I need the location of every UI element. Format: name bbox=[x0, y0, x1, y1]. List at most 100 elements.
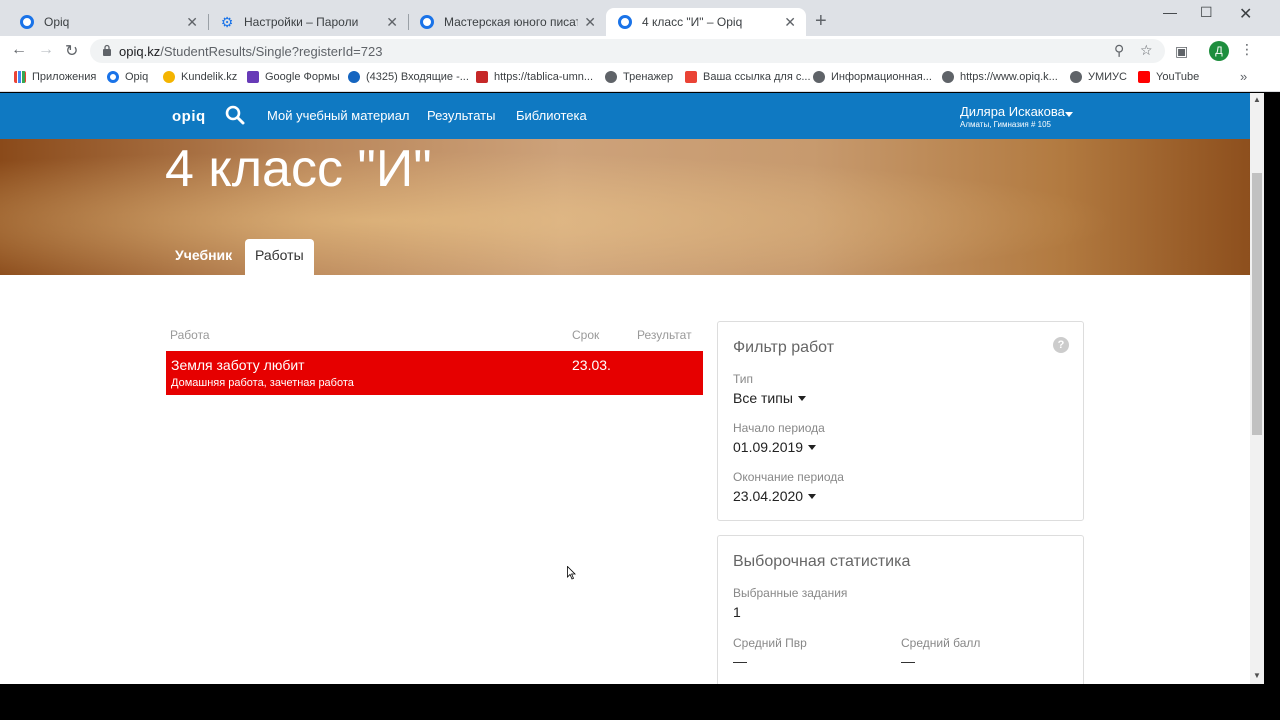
work-title: Земля заботу любит bbox=[171, 357, 305, 373]
bookmark-tablica[interactable]: https://tablica-umn... bbox=[476, 71, 593, 83]
browser-tab-settings[interactable]: ⚙ Настройки – Пароли ✕ bbox=[208, 8, 408, 36]
filter-type-value: Все типы bbox=[733, 390, 793, 406]
nav-my-material[interactable]: Мой учебный материал bbox=[267, 108, 410, 123]
browser-tab-workshop[interactable]: Мастерская юного писателя – О ✕ bbox=[408, 8, 606, 36]
bookmark-label: (4325) Входящие -... bbox=[366, 71, 469, 83]
stats-avg-score-label: Средний балл bbox=[901, 636, 981, 650]
profile-avatar[interactable]: Д bbox=[1209, 41, 1229, 61]
bookmark-youtube[interactable]: YouTube bbox=[1138, 71, 1199, 83]
opiq-icon bbox=[20, 15, 34, 29]
filter-end-value: 23.04.2020 bbox=[733, 488, 804, 504]
filter-start-label: Начало периода bbox=[733, 421, 825, 435]
close-icon[interactable]: ✕ bbox=[186, 14, 198, 31]
close-icon[interactable]: ✕ bbox=[584, 14, 596, 31]
url-text[interactable]: opiq.kz/StudentResults/Single?registerId… bbox=[119, 44, 382, 59]
bookmarks-overflow-icon[interactable]: » bbox=[1240, 69, 1247, 84]
page-title: 4 класс "И" bbox=[165, 140, 432, 198]
site-header: opiq Мой учебный материал Результаты Биб… bbox=[0, 93, 1250, 139]
work-subtitle: Домашняя работа, зачетная работа bbox=[171, 377, 354, 389]
browser-tab-opiq[interactable]: Opiq ✕ bbox=[8, 8, 208, 36]
menu-kebab-icon[interactable]: ⋮ bbox=[1240, 41, 1254, 58]
globe-icon bbox=[605, 71, 617, 83]
star-icon[interactable]: ☆ bbox=[1140, 42, 1153, 59]
caret-down-icon bbox=[797, 395, 806, 401]
page-scrollbar[interactable]: ▲ ▼ bbox=[1250, 93, 1264, 684]
filter-start-value: 01.09.2019 bbox=[733, 439, 804, 455]
bookmark-gmail[interactable]: Ваша ссылка для с... bbox=[685, 71, 811, 83]
minimize-icon[interactable]: — bbox=[1163, 4, 1177, 20]
zoom-icon[interactable]: ⚲ bbox=[1114, 42, 1124, 59]
close-icon[interactable]: ✕ bbox=[386, 14, 398, 31]
class-hero-banner: 4 класс "И" Учебник Работы bbox=[0, 139, 1250, 275]
column-header-result[interactable]: Результат bbox=[637, 328, 692, 342]
bookmark-label: Kundelik.kz bbox=[181, 71, 238, 83]
user-school: Алматы, Гимназия # 105 bbox=[960, 120, 1051, 129]
caret-down-icon bbox=[808, 493, 817, 499]
bookmark-label: https://www.opiq.k... bbox=[960, 71, 1058, 83]
bookmark-google-forms[interactable]: Google Формы bbox=[247, 71, 340, 83]
user-menu[interactable]: Диляра Искакова Алматы, Гимназия # 105 bbox=[960, 104, 1065, 129]
globe-icon bbox=[942, 71, 954, 83]
opiq-logo[interactable]: opiq bbox=[172, 108, 206, 125]
url-path: /StudentResults/Single?registerId=723 bbox=[160, 44, 383, 59]
bookmark-opiq-link[interactable]: https://www.opiq.k... bbox=[942, 71, 1058, 83]
tab-works[interactable]: Работы bbox=[245, 239, 314, 275]
kundelik-icon bbox=[163, 71, 175, 83]
nav-library[interactable]: Библиотека bbox=[516, 108, 587, 123]
bookmark-label: Opiq bbox=[125, 71, 149, 83]
browser-tab-class[interactable]: 4 класс "И" – Opiq ✕ bbox=[606, 8, 806, 36]
bookmark-umius[interactable]: УМИУС bbox=[1070, 71, 1127, 83]
scroll-down-icon[interactable]: ▼ bbox=[1253, 671, 1261, 680]
opiq-icon bbox=[420, 15, 434, 29]
tablica-icon bbox=[476, 71, 488, 83]
tab-label: Opiq bbox=[44, 15, 70, 29]
nav-results[interactable]: Результаты bbox=[427, 108, 495, 123]
help-icon[interactable]: ? bbox=[1053, 337, 1069, 353]
filter-end-label: Окончание периода bbox=[733, 470, 844, 484]
stats-title: Выборочная статистика bbox=[733, 553, 911, 570]
work-due-date: 23.03. bbox=[572, 357, 611, 373]
back-arrow-icon[interactable]: ← bbox=[11, 41, 27, 59]
address-bar[interactable]: opiq.kz/StudentResults/Single?registerId… bbox=[90, 39, 1165, 63]
window-close-icon[interactable]: ✕ bbox=[1239, 4, 1252, 24]
chevron-down-icon[interactable] bbox=[1065, 112, 1073, 117]
scrollbar-thumb[interactable] bbox=[1252, 173, 1262, 435]
mouse-cursor-icon bbox=[567, 566, 576, 580]
tab-textbook[interactable]: Учебник bbox=[165, 239, 242, 275]
stats-selected-label: Выбранные задания bbox=[733, 586, 848, 600]
bottom-black-bar bbox=[0, 684, 1280, 720]
tab-label: Мастерская юного писателя – О bbox=[444, 15, 578, 29]
extensions-icon[interactable]: ▣ bbox=[1175, 43, 1188, 60]
filter-start-select[interactable]: 01.09.2019 bbox=[733, 439, 817, 455]
stats-avg-pvr-label: Средний Пвр bbox=[733, 636, 807, 650]
user-name: Диляра Искакова bbox=[960, 104, 1065, 119]
table-row[interactable]: Земля заботу любит Домашняя работа, заче… bbox=[166, 351, 703, 395]
search-icon[interactable] bbox=[225, 105, 245, 125]
filter-end-select[interactable]: 23.04.2020 bbox=[733, 488, 817, 504]
maximize-icon[interactable]: ☐ bbox=[1200, 4, 1213, 21]
bookmark-trenazher[interactable]: Тренажер bbox=[605, 71, 673, 83]
column-header-due[interactable]: Срок bbox=[572, 328, 599, 342]
bookmark-label: Google Формы bbox=[265, 71, 340, 83]
column-header-work[interactable]: Работа bbox=[170, 328, 210, 342]
filter-type-select[interactable]: Все типы bbox=[733, 390, 806, 406]
scroll-up-icon[interactable]: ▲ bbox=[1253, 95, 1261, 104]
opiq-icon bbox=[618, 15, 632, 29]
mail-icon bbox=[348, 71, 360, 83]
browser-toolbar: ← → ↻ opiq.kz/StudentResults/Single?regi… bbox=[0, 36, 1280, 66]
bookmark-mail[interactable]: (4325) Входящие -... bbox=[348, 71, 469, 83]
bookmark-label: https://tablica-umn... bbox=[494, 71, 594, 83]
bookmark-opiq[interactable]: Opiq bbox=[107, 71, 148, 83]
forward-arrow-icon[interactable]: → bbox=[38, 41, 54, 59]
bookmark-kundelik[interactable]: Kundelik.kz bbox=[163, 71, 237, 83]
bookmark-label: Информационная... bbox=[831, 71, 932, 83]
filter-title: Фильтр работ bbox=[733, 339, 835, 356]
new-tab-button[interactable]: + bbox=[815, 10, 827, 33]
bookmark-label: УМИУС bbox=[1088, 71, 1127, 83]
close-icon[interactable]: ✕ bbox=[784, 14, 796, 31]
reload-icon[interactable]: ↻ bbox=[65, 41, 78, 61]
bookmark-info[interactable]: Информационная... bbox=[813, 71, 932, 83]
bookmark-apps[interactable]: Приложения bbox=[14, 71, 96, 83]
lock-icon bbox=[103, 44, 111, 56]
globe-icon bbox=[813, 71, 825, 83]
